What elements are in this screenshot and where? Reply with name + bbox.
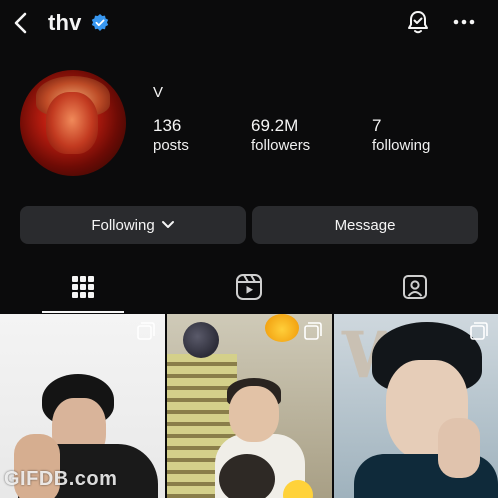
- chevron-down-icon: [161, 220, 175, 230]
- bell-check-icon: [408, 11, 428, 34]
- post-photo-face-shape: [229, 386, 279, 442]
- post-photo-hand-shape: [438, 418, 480, 478]
- profile-display-name: V: [153, 84, 164, 101]
- stat-posts-count: 136: [153, 116, 182, 135]
- multiple-posts-icon: [470, 322, 488, 340]
- sun-face-emoji-icon: [265, 314, 299, 342]
- more-options-button[interactable]: [448, 6, 480, 38]
- more-horizontal-icon: [453, 19, 475, 25]
- tab-posts-grid[interactable]: [0, 262, 166, 312]
- avatar[interactable]: [20, 70, 126, 176]
- stat-following-count: 7: [372, 116, 382, 135]
- watermark: GIFDB.com: [4, 468, 118, 490]
- post-thumbnail[interactable]: [167, 314, 332, 498]
- message-button[interactable]: Message: [252, 206, 478, 244]
- grid-icon: [72, 276, 94, 298]
- top-bar: thv: [0, 0, 498, 48]
- multiple-posts-icon: [304, 322, 322, 340]
- stat-followers-label: followers: [251, 137, 311, 154]
- verified-badge-icon: [91, 14, 109, 31]
- following-button-label: Following: [91, 216, 155, 234]
- stat-following[interactable]: 7 following: [372, 116, 430, 154]
- reels-icon: [236, 274, 262, 300]
- profile-username: thv: [48, 10, 82, 35]
- message-button-label: Message: [334, 216, 396, 234]
- stat-posts[interactable]: 136 posts: [153, 116, 189, 154]
- post-thumbnail[interactable]: W: [334, 314, 498, 498]
- stat-followers[interactable]: 69.2M followers: [251, 116, 310, 154]
- profile-tabs: [0, 262, 498, 314]
- stat-posts-label: posts: [153, 137, 189, 154]
- smiley-emoji-icon: [283, 480, 313, 498]
- post-photo-head-shape: [219, 454, 275, 498]
- tagged-user-icon: [403, 275, 427, 299]
- new-moon-face-emoji-icon: [183, 322, 219, 358]
- chevron-left-icon: [14, 12, 27, 34]
- multiple-posts-icon: [137, 322, 155, 340]
- tab-reels[interactable]: [166, 262, 332, 312]
- tab-tagged[interactable]: [332, 262, 498, 312]
- stat-followers-count: 69.2M: [251, 116, 299, 135]
- avatar-face-shape: [46, 92, 98, 154]
- active-tab-indicator: [42, 311, 124, 313]
- stat-following-label: following: [372, 137, 431, 154]
- back-button[interactable]: [6, 8, 36, 38]
- following-button[interactable]: Following: [20, 206, 246, 244]
- notifications-button[interactable]: [402, 6, 434, 38]
